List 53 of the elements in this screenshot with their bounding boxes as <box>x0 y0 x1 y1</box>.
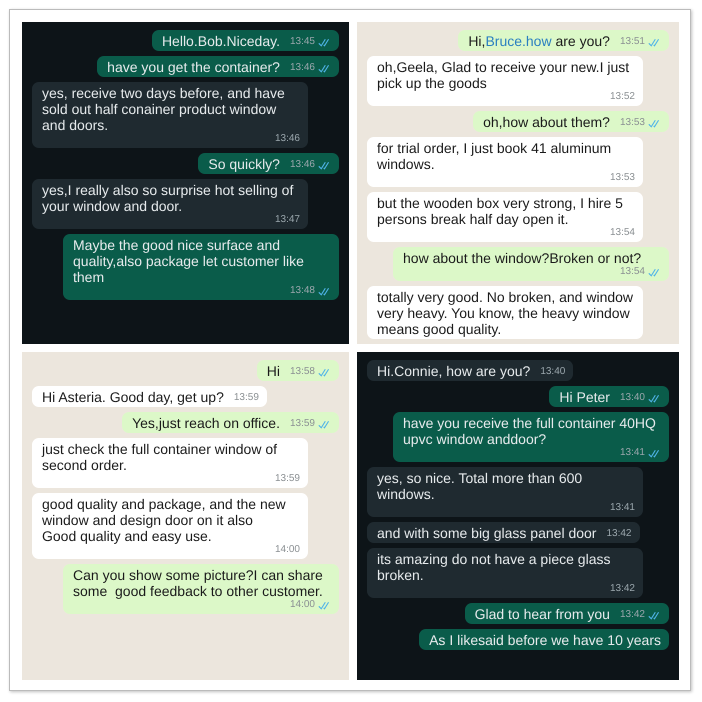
message-time: 13:53 <box>610 172 635 184</box>
message-text: have you get the container? <box>107 59 280 75</box>
message-time: 13:41 <box>620 447 645 459</box>
message-text: As I likesaid before we have 10 years <box>429 632 661 648</box>
message-time: 13:58 <box>290 366 315 378</box>
message-time: 13:40 <box>620 392 645 404</box>
message-text: Glad to hear from you <box>474 606 610 622</box>
message-text: So quickly? <box>208 156 280 172</box>
message-time: 13:52 <box>610 91 635 103</box>
message-text: and with some big glass panel door <box>377 525 596 541</box>
message-time: 13:53 <box>620 117 645 129</box>
message-time: 13:51 <box>620 36 645 48</box>
message-text: how about the window?Broken or not? <box>403 250 642 266</box>
message-time: 13:54 <box>620 266 645 278</box>
message-time: 13:59 <box>290 418 315 430</box>
message-time: 13:46 <box>290 62 315 74</box>
name-link[interactable]: Bruce.how <box>485 33 552 49</box>
message-text: Hi.Connie, how are you? <box>377 363 530 379</box>
message-text: Yes,just reach on office. <box>132 415 280 431</box>
message-text: oh,Geela, Glad to receive your new.I just pick up the goods <box>377 59 630 91</box>
message-text: yes,I really also so surprise hot selling of your window and door. <box>42 182 294 214</box>
message-time: 13:46 <box>274 133 300 145</box>
message-text: yes, so nice. Total more than 600 windows. <box>377 470 584 502</box>
message-time: 13:46 <box>290 159 315 171</box>
message-time: 13:59 <box>234 392 259 404</box>
message-time: 13:42 <box>610 583 635 595</box>
message-text: oh,how about them? <box>483 114 610 130</box>
message-time: 14:00 <box>274 544 300 556</box>
message-text: Hello.Bob.Niceday. <box>162 33 280 49</box>
message-text: Hi Asteria. Good day, get up? <box>42 389 224 405</box>
message-time: 13:48 <box>290 285 315 297</box>
message-text: Can you show some picture?I can share some good feedback to other customer. <box>73 567 324 599</box>
message-text: good quality and package, and the new window and design door on it also Good quality and easy use. <box>42 496 287 544</box>
message-time: 13:42 <box>606 528 632 540</box>
message-time: 13:59 <box>274 473 300 485</box>
message-text: Maybe the good nice surface and quality,also package let customer like them <box>73 237 305 285</box>
message-text: Hi Peter <box>559 389 610 405</box>
message-text: Hi <box>266 363 280 379</box>
message-time: 13:40 <box>540 366 566 378</box>
message-text: for trial order, I just book 41 aluminum windows. <box>377 140 612 172</box>
message-time: 13:47 <box>274 214 300 226</box>
message-text: yes, receive two days before, and have sold out half conainer product window and doors. <box>42 85 286 133</box>
message-text: but the wooden box very strong, I hire 5 persons break half day open it. <box>377 195 624 227</box>
message-time: 13:45 <box>290 36 315 48</box>
message-time: 13:42 <box>620 609 645 621</box>
message-text: its amazing do not have a piece glass broken. <box>377 551 610 583</box>
message-text: just check the full container window of second order. <box>42 441 278 473</box>
message-time: 13:54 <box>610 227 635 239</box>
message-text: Hi,Bruce.how are you? <box>468 33 610 49</box>
message-text: have you receive the full container 40HQ upvc window anddoor? <box>403 415 657 447</box>
message-time: 13:41 <box>610 502 635 514</box>
message-time: 14:00 <box>290 599 315 611</box>
message-text: totally very good. No broken, and window very heavy. You know, the heavy window means good quality. <box>377 289 634 337</box>
